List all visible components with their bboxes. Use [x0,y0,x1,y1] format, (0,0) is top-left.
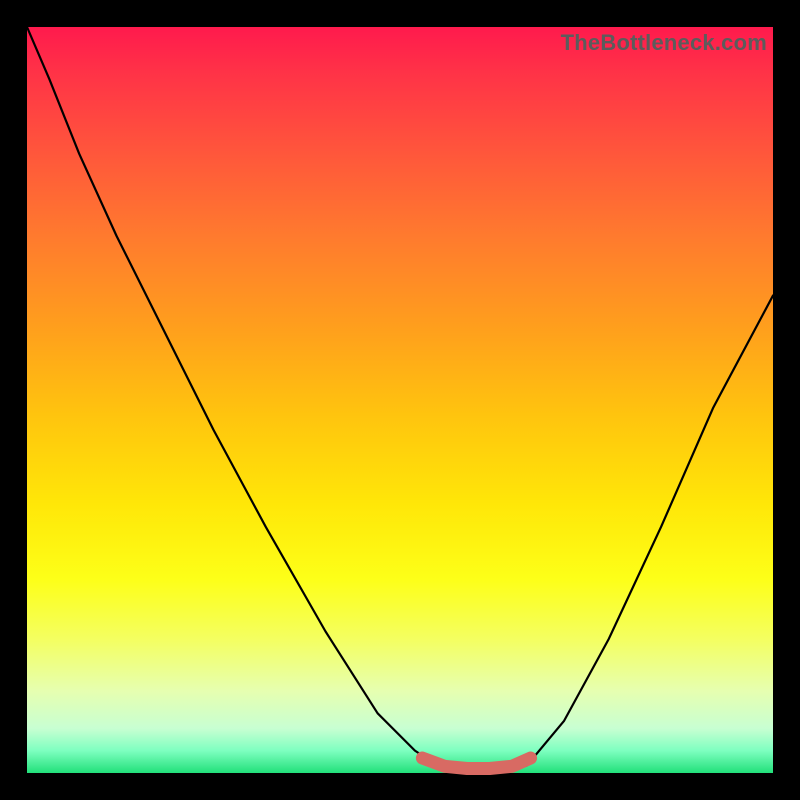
chart-frame: TheBottleneck.com [0,0,800,800]
curve-layer [27,27,773,773]
minimum-highlight [422,758,530,768]
plot-area: TheBottleneck.com [27,27,773,773]
bottleneck-curve [27,27,773,769]
